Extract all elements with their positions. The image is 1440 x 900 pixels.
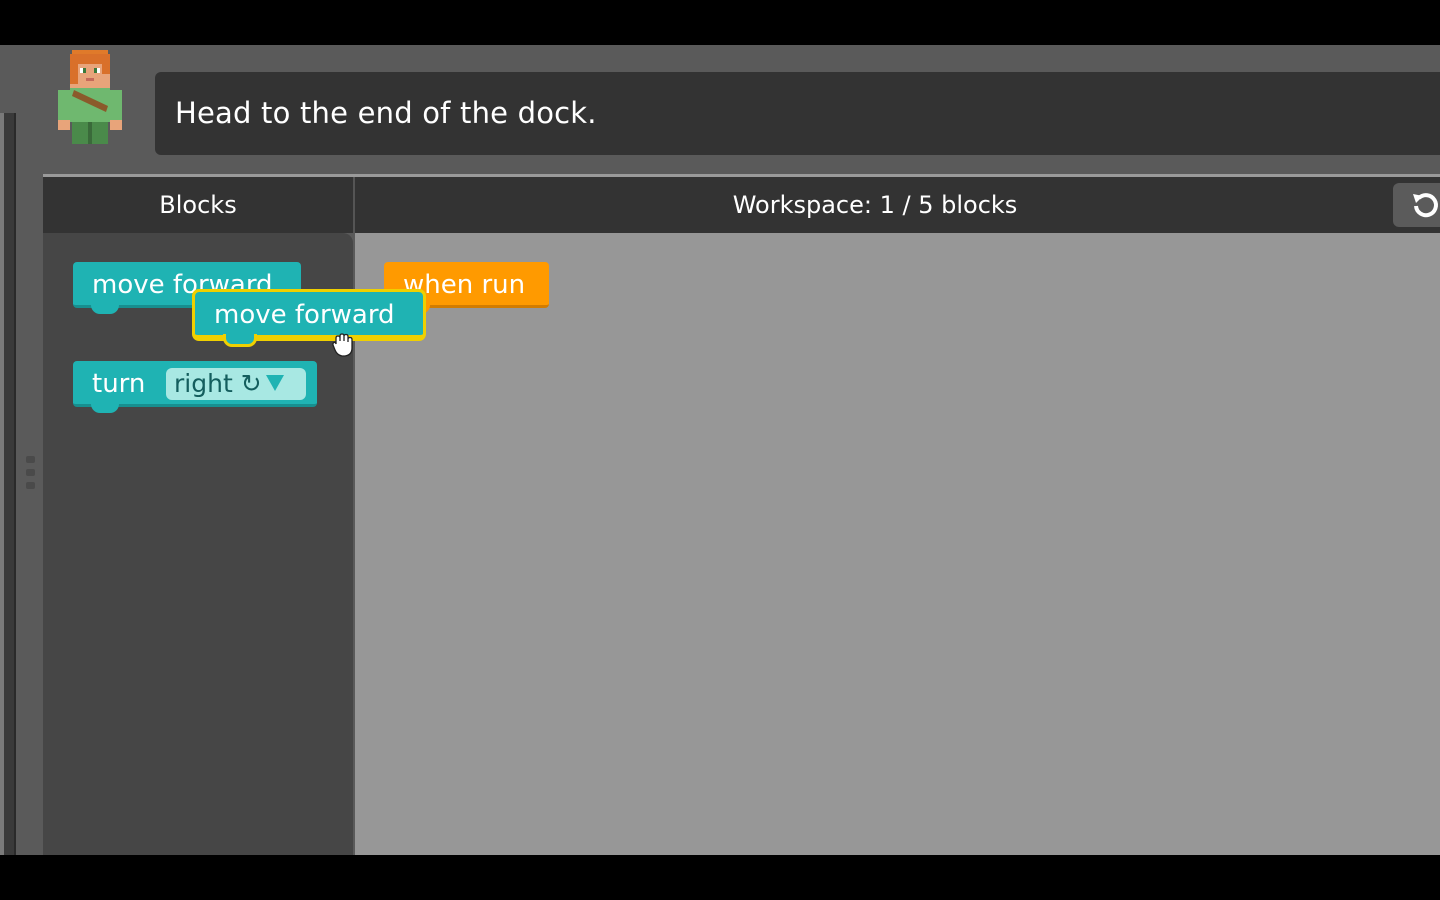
grab-hand-icon: [332, 333, 353, 357]
resize-grip-dot[interactable]: [26, 456, 35, 463]
letterbox-top: [0, 0, 1440, 45]
resize-grip-dot[interactable]: [26, 482, 35, 489]
alex-avatar-icon: [58, 50, 122, 144]
block-connector: [223, 334, 257, 347]
reset-icon: [1413, 193, 1438, 218]
resize-grip-dot[interactable]: [26, 469, 35, 476]
turn-direction-dropdown[interactable]: right ↻: [166, 368, 306, 400]
block-label: move forward: [214, 300, 395, 330]
game-panel-edge-highlight: [0, 113, 4, 855]
dragged-move-forward-block[interactable]: move forward: [192, 289, 426, 347]
reset-button[interactable]: [1393, 183, 1440, 227]
turn-direction-value: right ↻: [174, 369, 262, 398]
instruction-text: Head to the end of the dock.: [175, 96, 597, 130]
app-stage: Head to the end of the dock. Blocks Work…: [0, 45, 1440, 855]
game-panel-edge: [0, 113, 16, 855]
code-workspace[interactable]: when run: [355, 233, 1440, 855]
blocks-panel-title: Blocks: [159, 191, 237, 219]
letterbox-bottom: [0, 855, 1440, 900]
block-label: turn: [92, 369, 146, 399]
block-connector: [91, 403, 119, 413]
workspace-panel-title: Workspace: 1 / 5 blocks: [732, 191, 1018, 219]
dropdown-arrow-icon: [265, 375, 284, 391]
toolbox-turn-block[interactable]: turn right ↻: [73, 361, 317, 413]
instruction-bubble: Head to the end of the dock.: [155, 72, 1440, 155]
block-connector: [91, 304, 119, 314]
